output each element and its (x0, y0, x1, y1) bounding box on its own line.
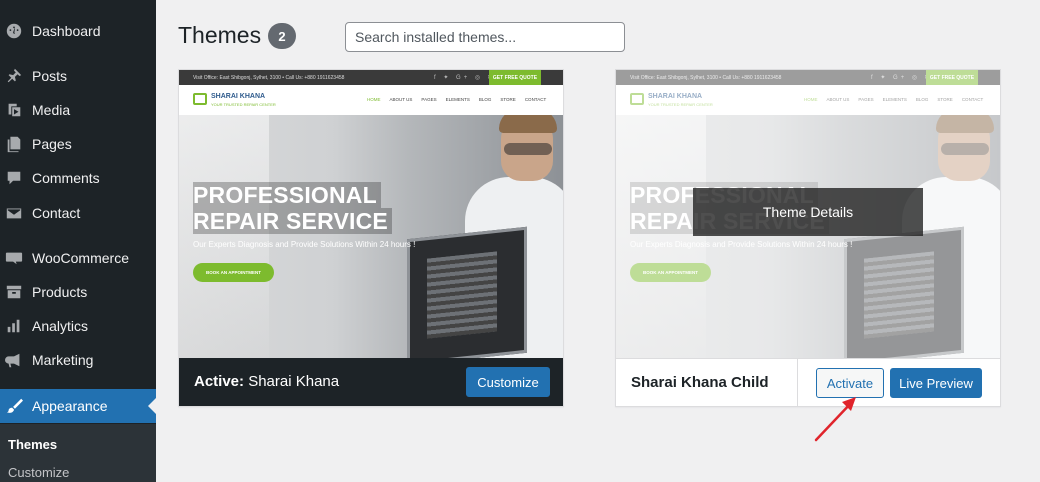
customize-button[interactable]: Customize (466, 367, 550, 397)
preview-topbar: Visit Office: East Shibgonj, Sylhet, 310… (179, 70, 563, 85)
menu-label: Dashboard (32, 23, 101, 39)
search-input[interactable] (345, 22, 625, 52)
megaphone-icon (4, 350, 24, 370)
menu-dashboard[interactable]: Dashboard (0, 14, 156, 48)
admin-sidebar: Dashboard Posts Media Pages Comments Con… (0, 0, 156, 482)
menu-label: Products (32, 284, 88, 300)
menu-media[interactable]: Media (0, 93, 156, 127)
menu-analytics[interactable]: Analytics (0, 309, 156, 343)
theme-screenshot[interactable]: Visit Office: East Shibgonj, Sylhet, 310… (179, 70, 563, 358)
woocommerce-icon (4, 248, 24, 268)
menu-woocommerce[interactable]: WooCommerce (0, 241, 156, 275)
theme-name: Sharai Khana Child (631, 374, 769, 391)
preview-topbar-info: Visit Office: East Shibgonj, Sylhet, 310… (193, 74, 345, 81)
preview-quote-button: GET FREE QUOTE (489, 70, 541, 85)
active-indicator (148, 398, 156, 414)
menu-comments[interactable]: Comments (0, 161, 156, 195)
menu-contact[interactable]: Contact (0, 196, 156, 230)
theme-count-badge: 2 (268, 23, 296, 49)
hero-computer-internals (427, 251, 497, 339)
theme-name: Sharai Khana (248, 373, 340, 390)
preview-nav-item: CONTACT (524, 97, 547, 102)
preview-nav-item: PAGES (421, 97, 437, 102)
menu-products[interactable]: Products (0, 275, 156, 309)
preview-navbar: SHARAI KHANA YOUR TRUSTED REPAIR CENTER … (179, 85, 563, 115)
menu-label: Appearance (32, 398, 108, 414)
preview-brand: SHARAI KHANA (211, 93, 266, 100)
theme-card-child[interactable]: Visit Office: East Shibgonj, Sylhet, 310… (615, 69, 1001, 407)
hero-title-line: PROFESSIONAL (193, 182, 381, 208)
menu-label: Posts (32, 68, 68, 84)
paintbrush-icon (4, 396, 24, 416)
monitor-logo-icon (193, 93, 207, 105)
hero-appointment-button: BOOK AN APPOINTMENT (193, 263, 274, 282)
menu-posts[interactable]: Posts (0, 59, 156, 93)
hero-title-line: REPAIR SERVICE (193, 208, 392, 234)
preview-nav-item: BLOG (478, 97, 492, 102)
menu-label: Comments (32, 170, 100, 186)
hero-technician-hair (499, 115, 557, 133)
preview-tagline: YOUR TRUSTED REPAIR CENTER (211, 102, 276, 107)
hero-goggles (504, 143, 552, 155)
menu-label: WooCommerce (32, 250, 129, 266)
menu-label: Pages (32, 136, 72, 152)
preview-hero: PROFESSIONAL REPAIR SERVICE Our Experts … (179, 115, 563, 358)
social-icons: f ✦ G+ ◎ ✉ (434, 75, 496, 81)
theme-card-active[interactable]: Visit Office: East Shibgonj, Sylhet, 310… (178, 69, 564, 407)
menu-appearance[interactable]: Appearance (0, 389, 156, 423)
menu-label: Analytics (32, 318, 89, 334)
annotation-arrow-icon (814, 397, 856, 442)
live-preview-button[interactable]: Live Preview (890, 368, 982, 398)
pages-icon (4, 134, 24, 154)
active-label: Active: (194, 373, 245, 390)
preview-nav-item: STORE (500, 97, 516, 102)
submenu-themes[interactable]: Themes (8, 437, 57, 452)
comments-icon (4, 168, 24, 188)
preview-nav-links: HOME ABOUT US PAGES ELEMENTS BLOG STORE … (367, 97, 546, 102)
menu-marketing[interactable]: Marketing (0, 343, 156, 377)
submenu-customize[interactable]: Customize (8, 465, 69, 480)
dashboard-icon (4, 21, 24, 41)
menu-label: Marketing (32, 352, 94, 368)
archive-icon (4, 282, 24, 302)
menu-pages[interactable]: Pages (0, 127, 156, 161)
preview-nav-item: ELEMENTS (445, 97, 470, 102)
menu-label: Media (32, 102, 71, 118)
hero-subtitle: Our Experts Diagnosis and Provide Soluti… (193, 240, 416, 249)
hero-title: PROFESSIONAL REPAIR SERVICE (193, 182, 392, 234)
bar-chart-icon (4, 316, 24, 336)
active-theme-name: Active: Sharai Khana (194, 373, 339, 390)
preview-nav-item: ABOUT US (389, 97, 413, 102)
theme-screenshot[interactable]: Visit Office: East Shibgonj, Sylhet, 310… (616, 70, 1000, 358)
theme-card-footer: Active: Sharai Khana Customize (179, 358, 563, 406)
pin-icon (4, 66, 24, 86)
mail-icon (4, 203, 24, 223)
theme-details-overlay[interactable]: Theme Details (693, 188, 923, 236)
actions-divider (797, 359, 798, 406)
page-title: Themes (178, 22, 262, 48)
media-icon (4, 100, 24, 120)
hero-background (179, 115, 269, 358)
appearance-submenu: Themes Customize (0, 424, 156, 482)
menu-label: Contact (32, 205, 81, 221)
preview-nav-item: HOME (367, 97, 381, 102)
